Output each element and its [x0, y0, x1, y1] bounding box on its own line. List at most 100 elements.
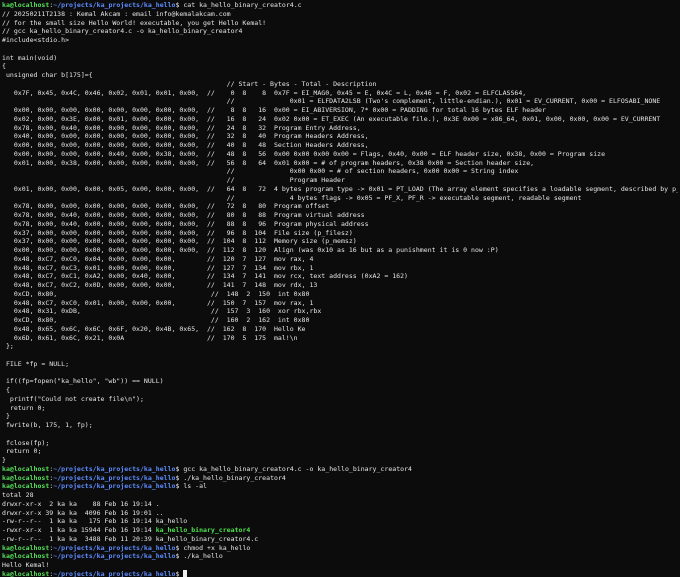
- terminal-text: }: [2, 412, 10, 421]
- prompt-path: ~/projects/ka_projects/ka_hello: [53, 473, 176, 482]
- terminal-line: 0x6D, 0x61, 0x6C, 0x21, 0x0A // 170 5 17…: [2, 334, 678, 343]
- terminal-line: ka@localhost:~/projects/ka_projects/ka_h…: [2, 569, 678, 577]
- prompt-user-host: ka@localhost: [2, 473, 50, 482]
- terminal-line: #include<stdio.h>: [2, 36, 678, 45]
- terminal-text: $: [175, 569, 184, 577]
- terminal-text: // 0x00 0x00 = # of section headers, 0x0…: [2, 167, 519, 176]
- terminal-line: 0xCD, 0x80, // 148 2 150 int 0x80: [2, 290, 678, 299]
- terminal-line: ka@localhost:~/projects/ka_projects/ka_h…: [2, 474, 678, 483]
- terminal-line: // Start - Bytes - Total - Description: [2, 80, 678, 89]
- prompt-user-host: ka@localhost: [2, 552, 50, 561]
- terminal-line: drwxr-xr-x 39 ka ka 4096 Feb 16 19:01 ..: [2, 509, 678, 518]
- terminal-text: $ ./ka_hello_binary_creator4: [175, 473, 286, 482]
- terminal-text: $ gcc ka_hello_binary_creator4.c -o ka_h…: [175, 464, 412, 473]
- terminal-text: drwxr-xr-x 2 ka ka 88 Feb 16 19:14 .: [2, 499, 160, 508]
- terminal-text: $ ./ka_hello: [175, 552, 223, 561]
- terminal-text: };: [2, 342, 14, 351]
- terminal-text: 0x01, 0x00, 0x38, 0x00, 0x00, 0x00, 0x00…: [2, 158, 535, 167]
- terminal-text: {: [2, 62, 6, 71]
- terminal-text: // Start - Bytes - Total - Description: [2, 79, 377, 88]
- terminal-line: unsigned char b[175]={: [2, 71, 678, 80]
- terminal-text: total 28: [2, 491, 34, 499]
- terminal-text: if((fp=fopen("ka_hello", "wb")) == NULL): [2, 377, 164, 386]
- prompt-path: ~/projects/ka_projects/ka_hello: [53, 482, 176, 491]
- terminal-line: total 28: [2, 491, 678, 500]
- prompt-path: ~/projects/ka_projects/ka_hello: [53, 552, 176, 561]
- terminal-line: drwxr-xr-x 2 ka ka 88 Feb 16 19:14 .: [2, 500, 678, 509]
- terminal-line: if((fp=fopen("ka_hello", "wb")) == NULL): [2, 377, 678, 386]
- terminal-text: 0xCD, 0x80, // 160 2 162 int 0x80: [2, 316, 310, 324]
- terminal-window[interactable]: ka@localhost:~/projects/ka_projects/ka_h…: [0, 0, 680, 577]
- terminal-line: // gcc ka_hello_binary_creator4.c -o ka_…: [2, 27, 678, 36]
- terminal-text: 0x48, 0x31, 0xDB, // 157 3 160 xor rbx,r…: [2, 307, 322, 316]
- terminal-text: $ cat ka_hello_binary_creator4.c: [175, 1, 302, 9]
- prompt-user-host: ka@localhost: [2, 464, 50, 473]
- terminal-line: };: [2, 342, 678, 351]
- terminal-text: fwrite(b, 175, 1, fp);: [2, 421, 93, 429]
- executable-file-name: ka_hello_binary_creator4: [155, 526, 251, 534]
- terminal-line: 0x00, 0x00, 0x00, 0x00, 0x00, 0x00, 0x00…: [2, 246, 678, 255]
- terminal-line: {: [2, 386, 678, 395]
- terminal-line: fclose(fp);: [2, 439, 678, 448]
- terminal-line: printf("Could not create file\n");: [2, 395, 678, 404]
- terminal-text: #include<stdio.h>: [2, 36, 70, 44]
- terminal-text: -rw-r--r-- 1 ka ka 3488 Feb 11 20:39 ka_…: [2, 534, 259, 543]
- terminal-line: 0x48, 0xC7, 0xC0, 0x01, 0x00, 0x00, 0x00…: [2, 299, 678, 308]
- terminal-line: ka@localhost:~/projects/ka_projects/ka_h…: [2, 1, 678, 10]
- terminal-text: -rwxr-xr-x 1 ka ka 15944 Feb 16 19:14: [2, 526, 156, 534]
- terminal-text: 0xCD, 0x80, // 148 2 150 int 0x80: [2, 289, 310, 298]
- terminal-line: 0x78, 0x00, 0x40, 0x00, 0x00, 0x00, 0x00…: [2, 220, 678, 229]
- terminal-text: 0x48, 0xC7, 0xC0, 0x01, 0x00, 0x00, 0x00…: [2, 298, 314, 307]
- prompt-path: ~/projects/ka_projects/ka_hello: [53, 543, 176, 552]
- terminal-line: 0x00, 0x00, 0x00, 0x00, 0x00, 0x00, 0x00…: [2, 106, 678, 115]
- terminal-text: int main(void): [2, 53, 58, 62]
- terminal-line: fwrite(b, 175, 1, fp);: [2, 421, 678, 430]
- terminal-text: 0x7F, 0x45, 0x4C, 0x46, 0x02, 0x01, 0x01…: [2, 88, 527, 97]
- terminal-line: ka@localhost:~/projects/ka_projects/ka_h…: [2, 465, 678, 474]
- terminal-line: -rw-r--r-- 1 ka ka 175 Feb 16 19:14 ka_h…: [2, 517, 678, 526]
- terminal-line: -rwxr-xr-x 1 ka ka 15944 Feb 16 19:14 ka…: [2, 526, 678, 535]
- terminal-line: 0x40, 0x00, 0x00, 0x00, 0x00, 0x00, 0x00…: [2, 132, 678, 141]
- terminal-text: 0x78, 0x00, 0x40, 0x00, 0x00, 0x00, 0x00…: [2, 219, 369, 228]
- terminal-text: Hello Kemal!: [2, 561, 50, 569]
- terminal-text: drwxr-xr-x 39 ka ka 4096 Feb 16 19:01 ..: [2, 508, 164, 517]
- terminal-text: // gcc ka_hello_binary_creator4.c -o ka_…: [2, 27, 243, 36]
- terminal-line: // for the small size Hello World! execu…: [2, 19, 678, 28]
- terminal-line: return 0;: [2, 447, 678, 456]
- terminal-line: 0x37, 0x00, 0x00, 0x00, 0x00, 0x00, 0x00…: [2, 237, 678, 246]
- terminal-text: 0x78, 0x00, 0x40, 0x00, 0x00, 0x00, 0x00…: [2, 211, 365, 219]
- prompt-user-host: ka@localhost: [2, 482, 50, 491]
- terminal-line: 0x7F, 0x45, 0x4C, 0x46, 0x02, 0x01, 0x01…: [2, 89, 678, 98]
- terminal-line: // 0x00 0x00 = # of section headers, 0x0…: [2, 167, 678, 176]
- terminal-line: 0x78, 0x00, 0x40, 0x00, 0x00, 0x00, 0x00…: [2, 124, 678, 133]
- terminal-text: 0x40, 0x00, 0x00, 0x00, 0x00, 0x00, 0x00…: [2, 132, 369, 141]
- terminal-line: 0xCD, 0x80, // 160 2 162 int 0x80: [2, 316, 678, 325]
- terminal-text: // 20250211T2138 : Kemal Akcam : email i…: [2, 9, 231, 18]
- terminal-line: }: [2, 412, 678, 421]
- terminal-text: 0x02, 0x00, 0x3E, 0x00, 0x01, 0x00, 0x00…: [2, 114, 661, 123]
- terminal-text: -rw-r--r-- 1 ka ka 175 Feb 16 19:14 ka_h…: [2, 517, 188, 526]
- terminal-line: 0x01, 0x00, 0x38, 0x00, 0x00, 0x00, 0x00…: [2, 159, 678, 168]
- terminal-line: 0x78, 0x00, 0x00, 0x00, 0x00, 0x00, 0x00…: [2, 202, 678, 211]
- terminal-line: }: [2, 456, 678, 465]
- terminal-text: 0x48, 0xC7, 0xC2, 0x0D, 0x00, 0x00, 0x00…: [2, 281, 318, 289]
- terminal-line: 0x78, 0x00, 0x40, 0x00, 0x00, 0x00, 0x00…: [2, 211, 678, 220]
- prompt-user-host: ka@localhost: [2, 569, 50, 577]
- terminal-text: 0x48, 0xC7, 0xC1, 0xA2, 0x00, 0x40, 0x00…: [2, 272, 408, 281]
- terminal-line: Hello Kemal!: [2, 561, 678, 570]
- terminal-text: 0x00, 0x00, 0x00, 0x00, 0x00, 0x00, 0x00…: [2, 141, 369, 149]
- terminal-text: FILE *fp = NULL;: [2, 359, 70, 368]
- terminal-line: 0x00, 0x00, 0x00, 0x00, 0x00, 0x00, 0x00…: [2, 141, 678, 150]
- prompt-path: ~/projects/ka_projects/ka_hello: [53, 464, 176, 473]
- terminal-text: 0x6D, 0x61, 0x6C, 0x21, 0x0A // 170 5 17…: [2, 333, 298, 342]
- terminal-line: 0x48, 0xC7, 0xC0, 0x04, 0x00, 0x00, 0x00…: [2, 255, 678, 264]
- terminal-text: 0x78, 0x00, 0x00, 0x00, 0x00, 0x00, 0x00…: [2, 202, 330, 211]
- prompt-path: ~/projects/ka_projects/ka_hello: [53, 1, 176, 9]
- terminal-text: }: [2, 456, 6, 464]
- terminal-text: 0x37, 0x00, 0x00, 0x00, 0x00, 0x00, 0x00…: [2, 237, 357, 246]
- terminal-line: 0x01, 0x00, 0x00, 0x00, 0x05, 0x00, 0x00…: [2, 185, 678, 194]
- terminal-line: 0x48, 0xC7, 0xC2, 0x0D, 0x00, 0x00, 0x00…: [2, 281, 678, 290]
- terminal-text: // 0x01 = ELFDATA2LSB (Two's complement,…: [2, 97, 661, 106]
